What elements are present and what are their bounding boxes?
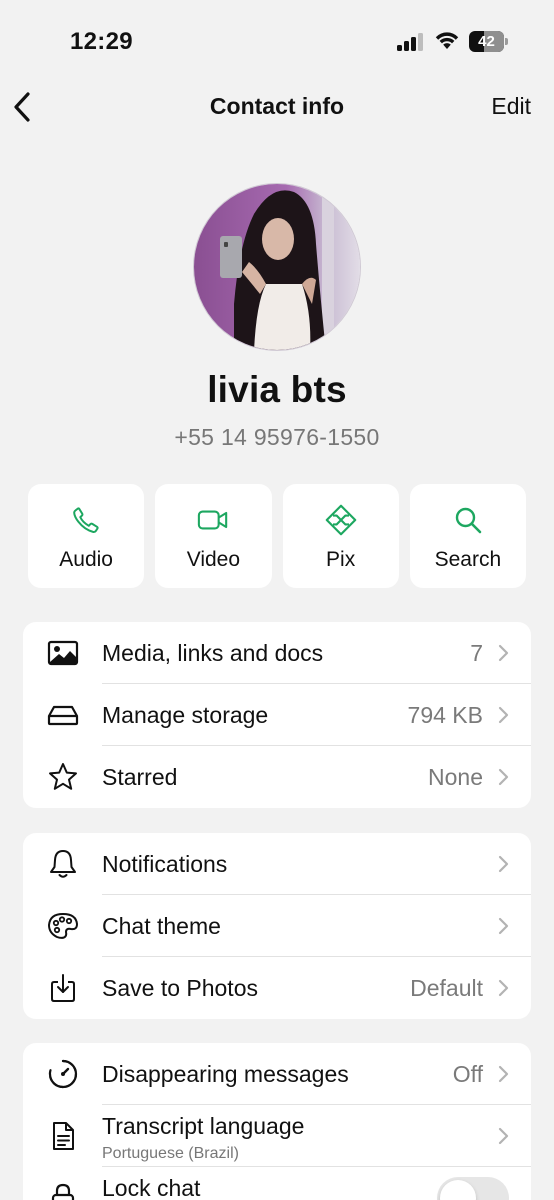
page-title: Contact info bbox=[209, 93, 345, 119]
palette-icon bbox=[47, 910, 79, 942]
wifi-icon bbox=[435, 32, 459, 49]
row-lock-chat: Lock chat bbox=[23, 1167, 531, 1200]
chevron-right-icon bbox=[498, 1127, 509, 1145]
battery-icon: 42 bbox=[469, 31, 508, 52]
starred-value: None bbox=[428, 764, 483, 790]
save-photos-label: Save to Photos bbox=[102, 975, 258, 1001]
toggle-knob bbox=[440, 1180, 476, 1200]
privacy-settings-group: Disappearing messages Off Transcript lan… bbox=[23, 1043, 531, 1200]
lock-icon bbox=[47, 1182, 79, 1200]
storage-icon bbox=[47, 699, 79, 731]
row-transcript-language[interactable]: Transcript language Portuguese (Brazil) bbox=[23, 1105, 531, 1167]
contact-avatar[interactable] bbox=[193, 183, 361, 351]
row-disappearing-messages[interactable]: Disappearing messages Off bbox=[23, 1043, 531, 1105]
starred-label: Starred bbox=[102, 764, 178, 790]
pix-label: Pix bbox=[326, 548, 356, 571]
pix-icon bbox=[325, 504, 357, 536]
contact-phone: +55 14 95976-1550 bbox=[174, 424, 380, 450]
phone-icon bbox=[70, 504, 102, 536]
chevron-right-icon bbox=[498, 855, 509, 873]
notifications-label: Notifications bbox=[102, 851, 228, 877]
status-time: 12:29 bbox=[70, 28, 133, 55]
quick-actions: Audio Video Pix Search bbox=[28, 484, 526, 588]
disappearing-label: Disappearing messages bbox=[102, 1061, 349, 1087]
media-settings-group: Media, links and docs 7 Manage storage 7… bbox=[23, 622, 531, 808]
video-call-button[interactable]: Video bbox=[155, 484, 272, 588]
contact-info-screen: 12:29 42 Contact info Edit livia bts +55… bbox=[0, 0, 554, 1200]
storage-label: Manage storage bbox=[102, 702, 269, 728]
row-notifications[interactable]: Notifications bbox=[23, 833, 531, 895]
row-media-links-docs[interactable]: Media, links and docs 7 bbox=[23, 622, 531, 684]
search-label: Search bbox=[434, 548, 502, 571]
save-to-photos-icon bbox=[47, 972, 79, 1004]
search-icon bbox=[452, 504, 484, 536]
pix-button[interactable]: Pix bbox=[282, 484, 399, 588]
edit-button[interactable]: Edit bbox=[491, 93, 531, 120]
disappearing-value: Off bbox=[452, 1061, 483, 1087]
chevron-right-icon bbox=[498, 706, 509, 724]
contact-name: livia bts bbox=[207, 369, 347, 410]
video-label: Video bbox=[186, 548, 241, 571]
lock-chat-toggle[interactable] bbox=[437, 1177, 509, 1200]
chevron-right-icon bbox=[498, 768, 509, 786]
storage-size: 794 KB bbox=[407, 702, 483, 728]
row-save-to-photos[interactable]: Save to Photos Default bbox=[23, 957, 531, 1019]
audio-label: Audio bbox=[59, 548, 113, 571]
lock-chat-label: Lock chat bbox=[102, 1175, 201, 1200]
save-photos-value: Default bbox=[410, 975, 483, 1001]
status-bar: 12:29 42 bbox=[0, 0, 554, 80]
chevron-right-icon bbox=[498, 644, 509, 662]
media-icon bbox=[47, 637, 79, 669]
star-icon bbox=[47, 761, 79, 793]
media-count: 7 bbox=[470, 640, 483, 666]
row-chat-theme[interactable]: Chat theme bbox=[23, 895, 531, 957]
battery-level: 42 bbox=[478, 33, 495, 50]
document-icon bbox=[47, 1120, 79, 1152]
chat-theme-label: Chat theme bbox=[102, 913, 221, 939]
avatar-photo bbox=[194, 184, 360, 350]
bell-icon bbox=[47, 848, 79, 880]
row-manage-storage[interactable]: Manage storage 794 KB bbox=[23, 684, 531, 746]
timer-icon bbox=[47, 1058, 79, 1090]
chevron-right-icon bbox=[498, 1065, 509, 1083]
cellular-signal-icon bbox=[397, 33, 425, 51]
transcript-label: Transcript language bbox=[102, 1113, 305, 1139]
video-icon bbox=[197, 504, 229, 536]
chevron-right-icon bbox=[498, 917, 509, 935]
media-label: Media, links and docs bbox=[102, 640, 324, 666]
chat-settings-group: Notifications Chat theme Save to Photos … bbox=[23, 833, 531, 1019]
row-starred[interactable]: Starred None bbox=[23, 746, 531, 808]
audio-call-button[interactable]: Audio bbox=[28, 484, 145, 588]
transcript-sublabel: Portuguese (Brazil) bbox=[102, 1145, 239, 1162]
search-button[interactable]: Search bbox=[409, 484, 526, 588]
chevron-right-icon bbox=[498, 979, 509, 997]
